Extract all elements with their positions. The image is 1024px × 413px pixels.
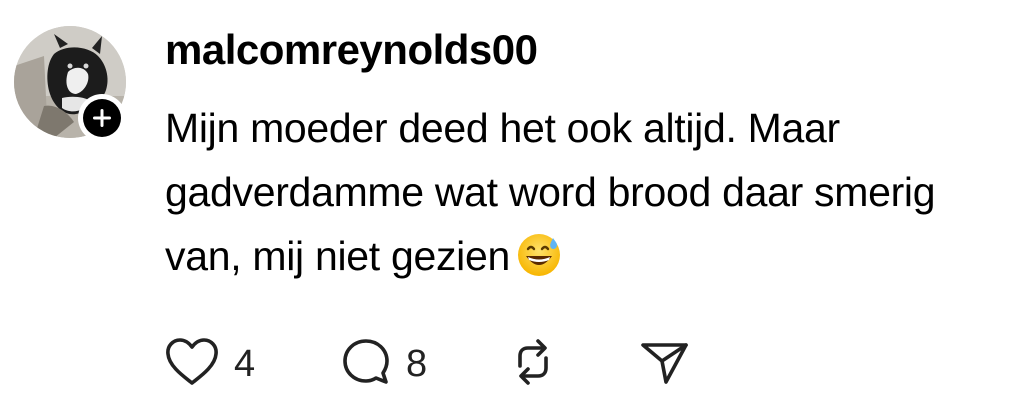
username[interactable]: malcomreynolds00 [165, 26, 538, 74]
repost-icon [508, 336, 558, 393]
reply-count: 8 [406, 342, 428, 385]
like-button[interactable]: 4 [164, 336, 340, 392]
repost-button[interactable] [508, 336, 638, 392]
send-icon [638, 336, 690, 393]
post-body: Mijn moeder deed het ook altijd. Maar ga… [165, 96, 985, 288]
grinning-face-with-sweat-icon [516, 232, 562, 278]
comment-bubble-icon [340, 336, 392, 393]
follow-button[interactable] [78, 94, 126, 142]
action-bar: 4 8 [164, 336, 690, 392]
reply-button[interactable]: 8 [340, 336, 508, 392]
share-button[interactable] [638, 336, 690, 392]
heart-icon [164, 337, 220, 392]
avatar-container[interactable] [14, 26, 128, 142]
plus-icon [83, 99, 121, 137]
thread-post: malcomreynolds00 Mijn moeder deed het oo… [0, 0, 1024, 413]
like-count: 4 [234, 342, 256, 385]
